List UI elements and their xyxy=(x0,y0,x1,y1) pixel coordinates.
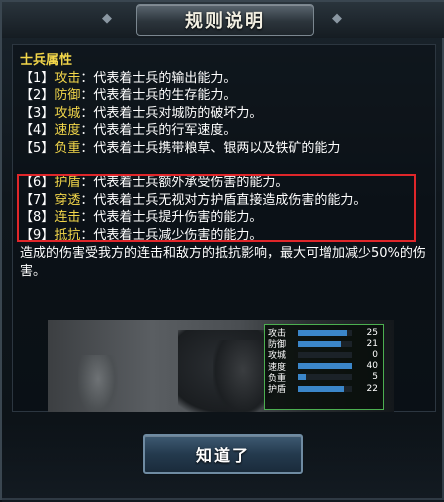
stat-value: 0 xyxy=(372,349,378,360)
rules-dialog: ◆ 规则说明 ◆ 士兵属性 【1】攻击：代表着士兵的输出能力。 【2】防御：代表… xyxy=(0,0,444,502)
background-warrior xyxy=(78,355,118,412)
attribute-desc: 代表着士兵的生存能力。 xyxy=(93,88,237,103)
stat-bar-fill xyxy=(298,340,342,347)
attribute-row: 【3】攻城：代表着士兵对城防的破坏力。 xyxy=(20,105,263,121)
attribute-row: 【9】抵抗：代表着士兵减少伤害的能力。 xyxy=(20,227,263,243)
attribute-row: 【8】连击：代表着士兵提升伤害的能力。 xyxy=(20,210,263,225)
ok-button-label: 知道了 xyxy=(195,446,250,465)
ornament-right-icon: ◆ xyxy=(332,11,342,26)
stat-value: 5 xyxy=(372,372,378,383)
attribute-row: 【1】攻击：代表着士兵的输出能力。 xyxy=(20,70,237,86)
stat-bar-fill xyxy=(298,374,307,381)
stat-row: 护盾 22 xyxy=(268,383,380,396)
attribute-desc: 代表着士兵的输出能力。 xyxy=(93,70,237,86)
stat-value: 22 xyxy=(366,383,378,394)
damage-note: 造成的伤害受我方的连击和敌方的抵抗影响，最大可增加减少50%的伤害。 xyxy=(20,246,426,279)
title-plaque: 规则说明 xyxy=(136,4,314,36)
attribute-desc: 代表着士兵对城防的破坏力。 xyxy=(93,105,263,121)
stat-value: 25 xyxy=(366,327,378,338)
stat-bar-fill xyxy=(298,363,352,370)
section-title: 士兵属性 xyxy=(20,53,73,68)
attribute-desc: 代表着士兵的行军速度。 xyxy=(93,123,237,138)
stat-value: 21 xyxy=(366,338,378,349)
stat-label: 护盾 xyxy=(268,385,287,396)
stat-bar xyxy=(298,351,352,358)
attribute-row: 【4】速度：代表着士兵的行军速度。 xyxy=(20,123,237,138)
attribute-name: 负重 xyxy=(54,140,81,156)
attribute-row: 【7】穿透：代表着士兵无视对方护盾直接造成伤害的能力。 xyxy=(20,192,367,208)
stat-bar xyxy=(298,385,352,392)
attribute-name: 攻击 xyxy=(54,70,81,86)
dialog-title: 规则说明 xyxy=(185,11,265,32)
stat-bar-fill xyxy=(298,329,347,336)
ornament-left-icon: ◆ xyxy=(102,11,112,26)
attribute-name: 护盾 xyxy=(54,175,81,190)
attribute-desc: 代表着士兵减少伤害的能力。 xyxy=(93,227,263,243)
attribute-desc: 代表着士兵提升伤害的能力。 xyxy=(93,210,263,225)
attribute-desc: 代表着士兵携带粮草、银两以及铁矿的能力 xyxy=(93,140,341,156)
attribute-row: 【6】护盾：代表着士兵额外承受伤害的能力。 xyxy=(20,175,289,190)
stat-bar xyxy=(298,374,352,381)
attribute-name: 攻城 xyxy=(54,105,81,121)
attribute-name: 穿透 xyxy=(54,192,81,208)
stat-bar-fill xyxy=(298,385,344,392)
attribute-row: 【2】防御：代表着士兵的生存能力。 xyxy=(20,88,237,103)
attribute-name: 速度 xyxy=(54,123,81,138)
attribute-row: 【5】负重：代表着士兵携带粮草、银两以及铁矿的能力 xyxy=(20,140,341,156)
stats-panel: 攻击 25 防御 21 攻城 0 速度 40 负重 5 护盾 22 xyxy=(264,324,384,410)
stat-bar xyxy=(298,340,352,347)
attribute-desc: 代表着士兵额外承受伤害的能力。 xyxy=(93,175,289,190)
attribute-desc: 代表着士兵无视对方护盾直接造成伤害的能力。 xyxy=(93,192,367,208)
attribute-name: 抵抗 xyxy=(54,227,81,243)
stat-bar xyxy=(298,363,352,370)
attribute-name: 连击 xyxy=(54,210,81,225)
ok-button[interactable]: 知道了 xyxy=(143,434,303,474)
attribute-name: 防御 xyxy=(54,88,81,103)
title-bar: ◆ 规则说明 ◆ xyxy=(2,2,444,38)
stat-value: 40 xyxy=(366,361,378,372)
stat-bar xyxy=(298,329,352,336)
rules-text: 士兵属性 【1】攻击：代表着士兵的输出能力。 【2】防御：代表着士兵的生存能力。… xyxy=(20,52,430,280)
